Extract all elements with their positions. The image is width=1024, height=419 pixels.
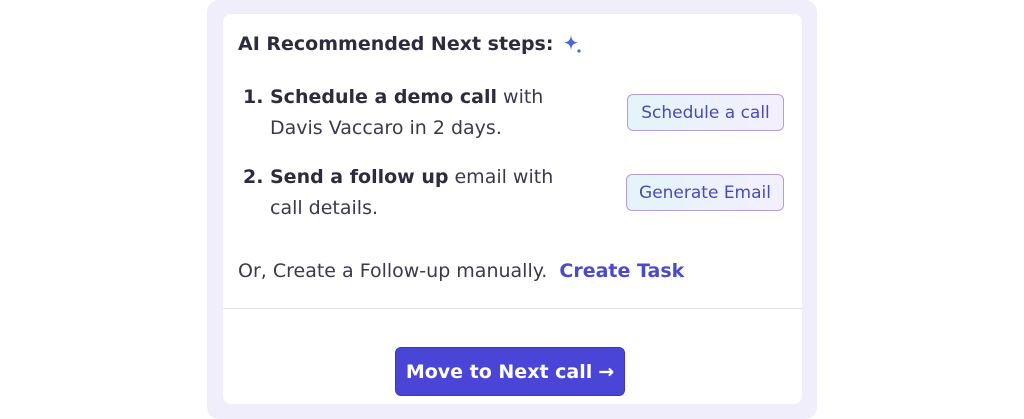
step-description: Schedule a demo call with Davis Vaccaro … [270, 82, 590, 144]
divider [223, 308, 802, 309]
schedule-call-button[interactable]: Schedule a call [627, 94, 784, 131]
step-text-line2: Davis Vaccaro in 2 days. [270, 117, 502, 139]
panel-header: AI Recommended Next steps: [238, 33, 583, 55]
steps-list: 1. Schedule a demo call with Davis Vacca… [243, 86, 788, 246]
step-text-line1: email with [448, 166, 554, 188]
next-steps-panel: AI Recommended Next steps: 1. Schedule a… [223, 14, 802, 404]
step-item-2: 2. Send a follow up email with call deta… [243, 166, 788, 246]
step-number: 2. [243, 166, 264, 188]
step-action: Schedule a demo call [270, 86, 497, 108]
sparkle-icon [561, 33, 583, 55]
manual-followup-text: Or, Create a Follow-up manually. [238, 260, 554, 282]
step-description: Send a follow up email with call details… [270, 162, 590, 224]
manual-followup-row: Or, Create a Follow-up manually. Create … [238, 260, 684, 282]
step-number: 1. [243, 86, 264, 108]
panel-title: AI Recommended Next steps: [238, 33, 554, 55]
step-text-line1: with [497, 86, 544, 108]
next-button-label: Move to Next call [405, 360, 593, 383]
create-task-link[interactable]: Create Task [559, 260, 684, 282]
arrow-right-icon: → [598, 360, 615, 383]
step-item-1: 1. Schedule a demo call with Davis Vacca… [243, 86, 788, 166]
generate-email-button[interactable]: Generate Email [626, 174, 784, 211]
step-action: Send a follow up [270, 166, 449, 188]
move-to-next-call-button[interactable]: Move to Next call → [395, 347, 625, 396]
step-text-line2: call details. [270, 197, 379, 219]
